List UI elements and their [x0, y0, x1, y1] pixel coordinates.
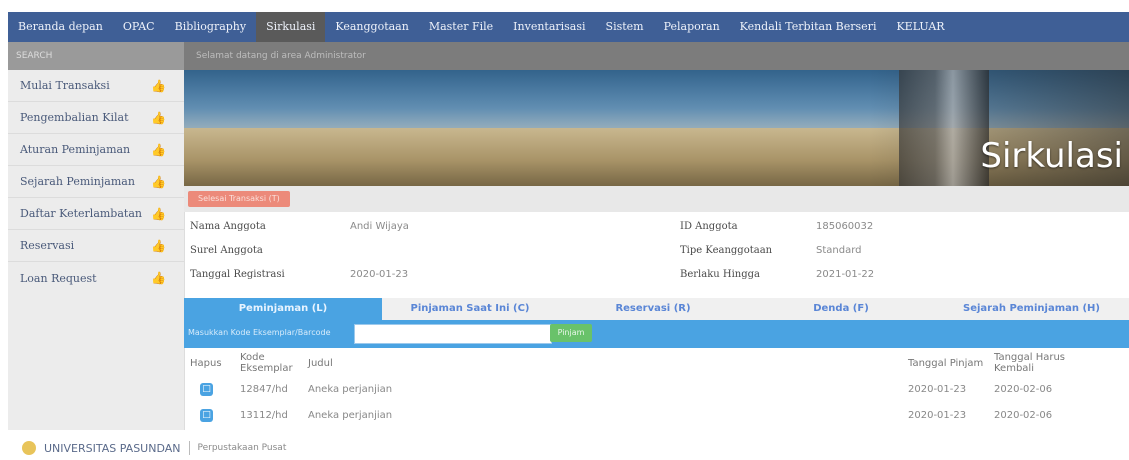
- registration-label: Tanggal Registrasi: [190, 268, 285, 280]
- tab-sejarah-peminjaman[interactable]: Sejarah Peminjaman (H): [934, 298, 1129, 320]
- header-kode: Kode Eksemplar: [240, 352, 293, 374]
- member-row: Nama Anggota Andi Wijaya ID Anggota 1850…: [184, 214, 1129, 238]
- footer: UNIVERSITAS PASUNDAN Perpustakaan Pusat: [8, 436, 1129, 460]
- nav-keluar[interactable]: KELUAR: [886, 12, 954, 42]
- footer-divider: [188, 441, 190, 455]
- nav-beranda-depan[interactable]: Beranda depan: [8, 12, 113, 42]
- finish-transaction-button[interactable]: Selesai Transaksi (T): [188, 191, 290, 207]
- nav-bibliography[interactable]: Bibliography: [165, 12, 257, 42]
- nav-pelaporan[interactable]: Pelaporan: [654, 12, 730, 42]
- loan-bar: Masukkan Kode Eksemplar/Barcode Pinjam: [184, 320, 1129, 348]
- tanggal-pinjam-cell: 2020-01-23: [908, 383, 967, 395]
- nav-inventarisasi[interactable]: Inventarisasi: [503, 12, 595, 42]
- loan-table: Hapus Kode Eksemplar Judul Tanggal Pinja…: [184, 350, 1129, 428]
- thumbs-up-icon: 👍: [151, 110, 166, 125]
- table-row: □ 13112/hd Aneka perjanjian 2020-01-23 2…: [184, 402, 1129, 428]
- valid-until-label: Berlaku Hingga: [680, 268, 761, 280]
- type-value: Standard: [816, 244, 862, 256]
- nav-opac[interactable]: OPAC: [113, 12, 165, 42]
- sidebar-item-label: Pengembalian Kilat: [20, 111, 129, 124]
- tab-reservasi[interactable]: Reservasi (R): [558, 298, 748, 320]
- sidebar-item-label: Aturan Peminjaman: [20, 143, 131, 156]
- member-row: Surel Anggota Tipe Keanggotaan Standard: [184, 238, 1129, 262]
- sidebar-item-loan-request[interactable]: Loan Request 👍: [8, 262, 184, 294]
- kode-cell: 13112/hd: [240, 409, 288, 421]
- tab-peminjaman[interactable]: Peminjaman (L): [184, 298, 382, 320]
- top-navigation: Beranda depan OPAC Bibliography Sirkulas…: [8, 12, 1129, 42]
- sidebar-item-daftar-keterlambatan[interactable]: Daftar Keterlambatan 👍: [8, 198, 184, 230]
- header-tanggal-kembali: Tanggal Harus Kembali: [994, 352, 1066, 374]
- kode-cell: 12847/hd: [240, 383, 288, 395]
- delete-cell: □: [184, 408, 240, 422]
- judul-cell: Aneka perjanjian: [308, 383, 393, 395]
- thumbs-up-icon: 👍: [151, 174, 166, 189]
- delete-cell: □: [184, 382, 240, 396]
- action-bar: Selesai Transaksi (T): [184, 186, 1129, 212]
- name-value: Andi Wijaya: [350, 220, 409, 232]
- header-hapus: Hapus: [190, 357, 222, 369]
- thumbs-up-icon: 👍: [151, 206, 166, 221]
- sidebar-item-label: Loan Request: [20, 271, 97, 285]
- sidebar-item-mulai-transaksi[interactable]: Mulai Transaksi 👍: [8, 70, 184, 102]
- nav-keanggotaan[interactable]: Keanggotaan: [325, 12, 418, 42]
- tanggal-pinjam-cell: 2020-01-23: [908, 409, 967, 421]
- table-row: □ 12847/hd Aneka perjanjian 2020-01-23 2…: [184, 376, 1129, 402]
- tanggal-kembali-cell: 2020-02-06: [994, 409, 1053, 421]
- delete-icon[interactable]: □: [200, 408, 213, 422]
- table-header: Hapus Kode Eksemplar Judul Tanggal Pinja…: [184, 350, 1129, 376]
- banner-title: Sirkulasi: [980, 136, 1123, 176]
- tab-bar: Peminjaman (L) Pinjaman Saat Ini (C) Res…: [184, 298, 1129, 320]
- email-label: Surel Anggota: [190, 244, 263, 256]
- welcome-text: Selamat datang di area Administrator: [184, 42, 1129, 70]
- sub-header: SEARCH Selamat datang di area Administra…: [8, 42, 1129, 70]
- sidebar-item-sejarah-peminjaman[interactable]: Sejarah Peminjaman 👍: [8, 166, 184, 198]
- library-name: Perpustakaan Pusat: [197, 443, 287, 453]
- header-tanggal-pinjam: Tanggal Pinjam: [908, 357, 984, 369]
- sidebar: Mulai Transaksi 👍 Pengembalian Kilat 👍 Atu…: [8, 70, 185, 430]
- registration-value: 2020-01-23: [350, 268, 409, 280]
- tab-pinjaman-saat-ini[interactable]: Pinjaman Saat Ini (C): [382, 298, 558, 320]
- sidebar-item-label: Daftar Keterlambatan: [20, 207, 142, 220]
- search-label[interactable]: SEARCH: [8, 42, 184, 70]
- name-label: Nama Anggota: [190, 220, 266, 232]
- sidebar-item-label: Sejarah Peminjaman: [20, 175, 135, 188]
- university-logo-icon: [22, 441, 36, 455]
- sidebar-item-aturan-peminjaman[interactable]: Aturan Peminjaman 👍: [8, 134, 184, 166]
- thumbs-up-icon: 👍: [151, 271, 166, 285]
- thumbs-up-icon: 👍: [151, 142, 166, 157]
- id-label: ID Anggota: [680, 220, 738, 232]
- member-info: Nama Anggota Andi Wijaya ID Anggota 1850…: [184, 214, 1129, 292]
- sidebar-item-label: Reservasi: [20, 239, 75, 252]
- barcode-label: Masukkan Kode Eksemplar/Barcode: [188, 328, 331, 337]
- banner-image: Sirkulasi: [184, 70, 1129, 186]
- nav-master-file[interactable]: Master File: [419, 12, 503, 42]
- sidebar-item-reservasi[interactable]: Reservasi 👍: [8, 230, 184, 262]
- valid-until-value: 2021-01-22: [816, 268, 875, 280]
- type-label: Tipe Keanggotaan: [680, 244, 773, 256]
- delete-icon[interactable]: □: [200, 382, 213, 396]
- university-name: UNIVERSITAS PASUNDAN: [44, 441, 181, 455]
- id-value: 185060032: [816, 220, 874, 232]
- header-judul: Judul: [308, 357, 333, 369]
- barcode-input[interactable]: [354, 324, 552, 344]
- tab-denda[interactable]: Denda (F): [748, 298, 934, 320]
- thumbs-up-icon: 👍: [151, 78, 166, 93]
- nav-sistem[interactable]: Sistem: [596, 12, 654, 42]
- judul-cell: Aneka perjanjian: [308, 409, 393, 421]
- member-row: Tanggal Registrasi 2020-01-23 Berlaku Hi…: [184, 262, 1129, 286]
- thumbs-up-icon: 👍: [151, 238, 166, 253]
- tanggal-kembali-cell: 2020-02-06: [994, 383, 1053, 395]
- sidebar-item-pengembalian-kilat[interactable]: Pengembalian Kilat 👍: [8, 102, 184, 134]
- nav-sirkulasi[interactable]: Sirkulasi: [256, 12, 326, 42]
- nav-kendali-terbitan-berseri[interactable]: Kendali Terbitan Berseri: [730, 12, 887, 42]
- pinjam-button[interactable]: Pinjam: [550, 324, 592, 342]
- sidebar-item-label: Mulai Transaksi: [20, 79, 110, 92]
